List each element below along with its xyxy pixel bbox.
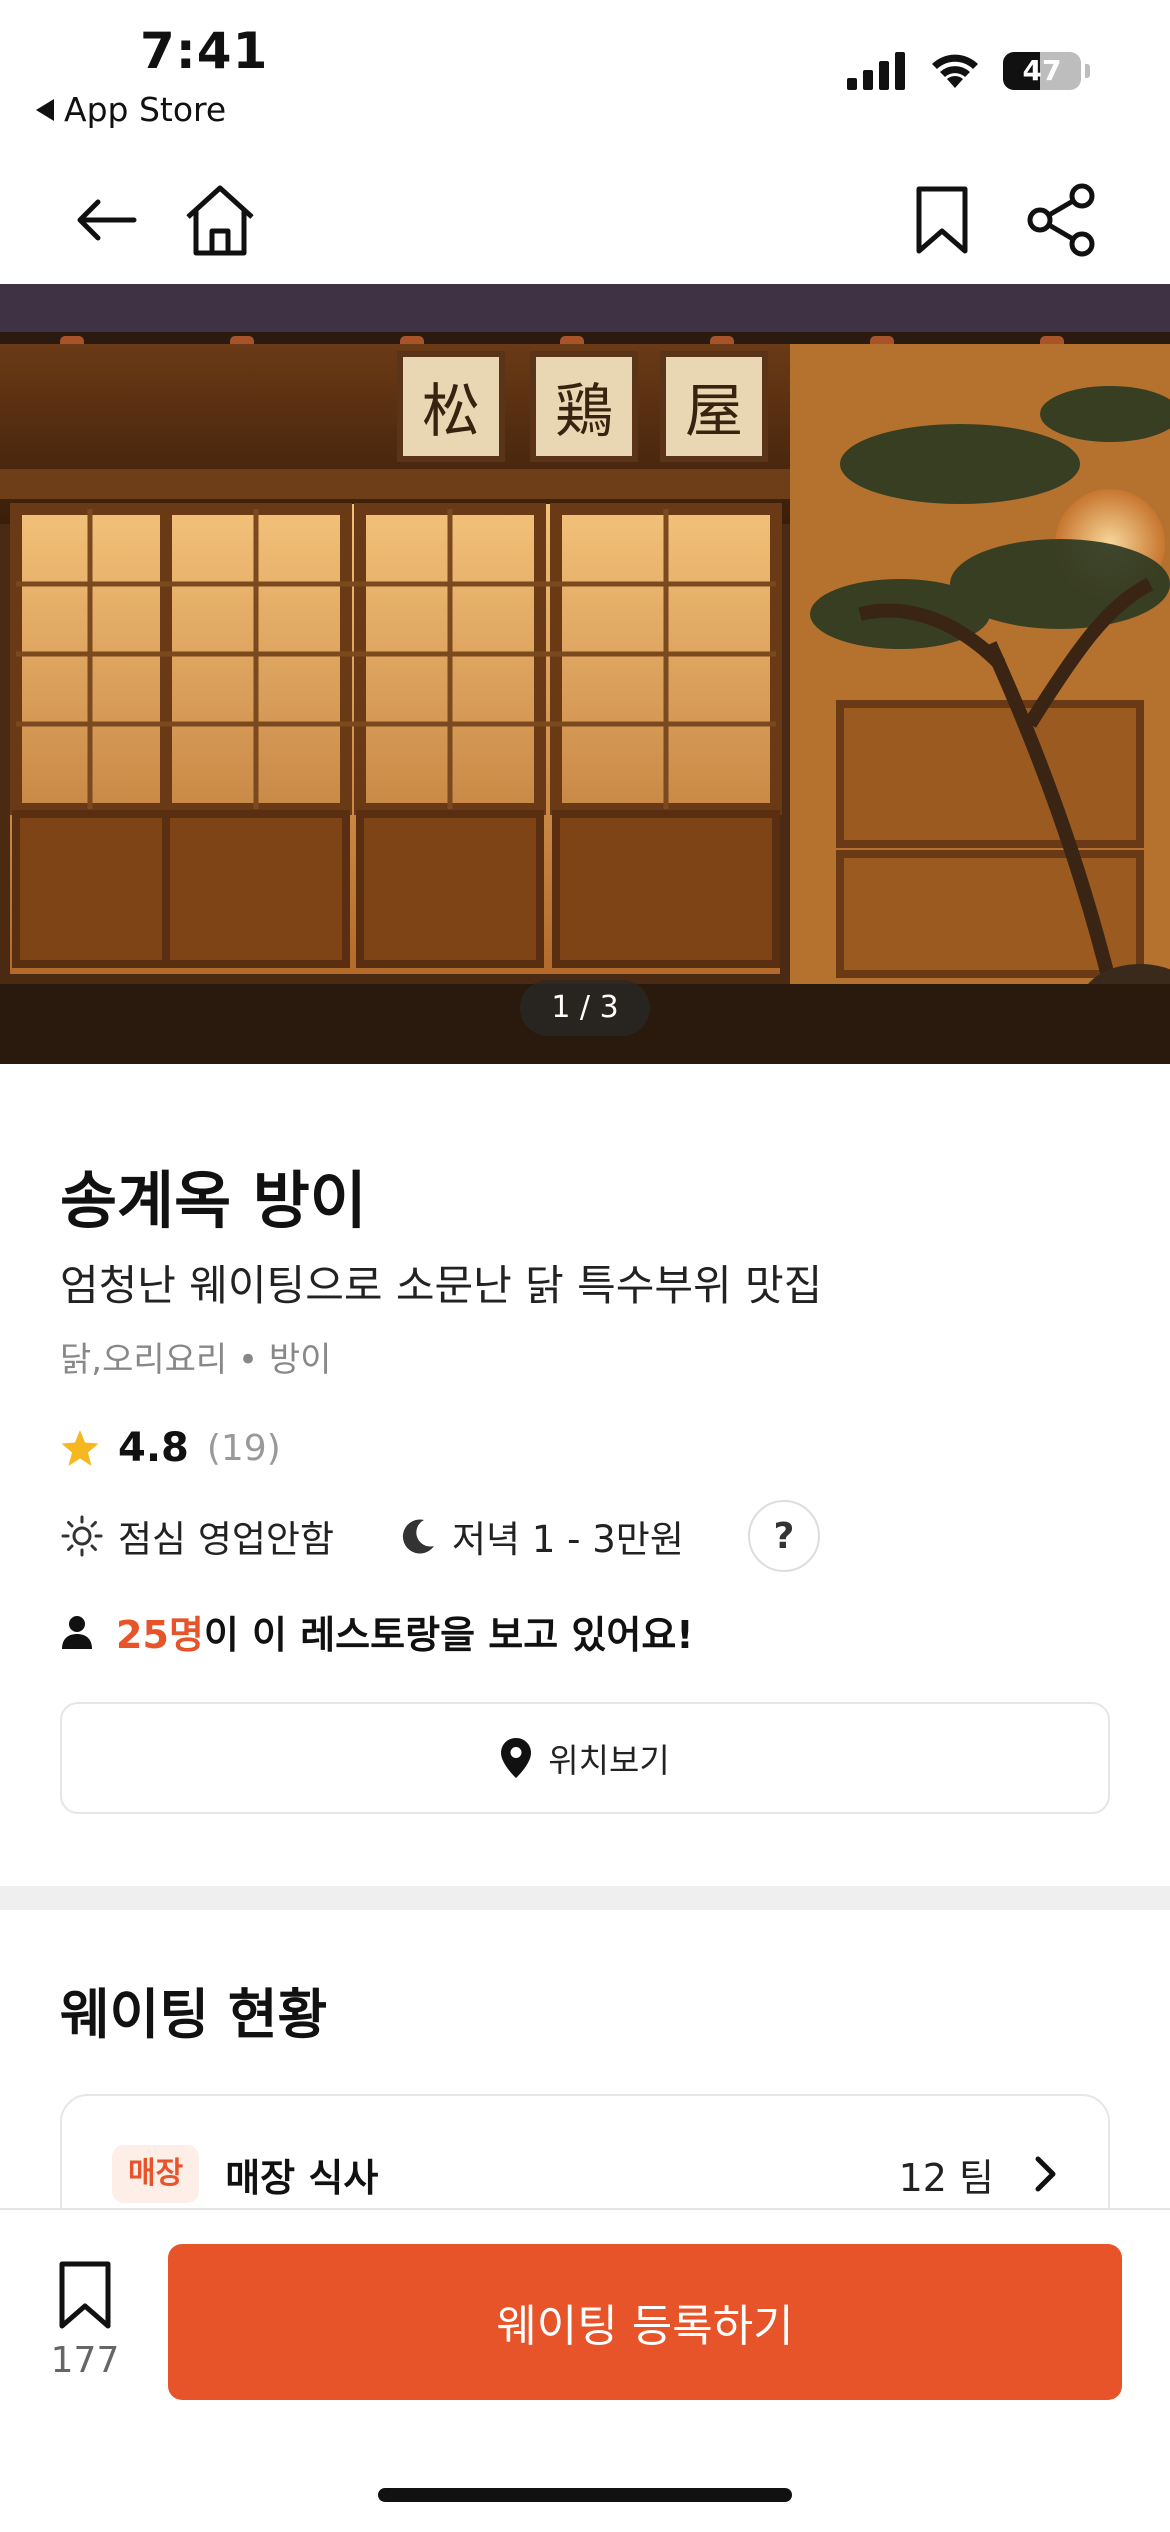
- dinner-info: 저녁 1 - 3만원: [398, 1509, 684, 1563]
- status-bar: 7:41 App Store 47: [0, 0, 1170, 150]
- star-icon: [61, 1430, 99, 1466]
- map-pin-icon: [501, 1738, 532, 1778]
- view-location-label: 위치보기: [548, 1741, 670, 1780]
- share-icon: [1027, 183, 1095, 257]
- review-count: (19): [206, 1427, 281, 1469]
- sign-char-1: 松: [422, 377, 480, 445]
- wifi-icon: [932, 54, 978, 88]
- top-nav-bar: [0, 160, 1170, 280]
- lunch-label: 점심 영업안함: [118, 1518, 335, 1561]
- restaurant-name: 송계옥 방이: [60, 1164, 367, 1237]
- home-button[interactable]: [172, 172, 268, 268]
- bottom-bookmark-button[interactable]: 177: [40, 2260, 130, 2400]
- rating-row[interactable]: 4.8 (19): [60, 1425, 281, 1471]
- register-waiting-button[interactable]: 웨이팅 등록하기: [168, 2244, 1122, 2400]
- viewers-count: 25명: [116, 1613, 204, 1657]
- live-viewers-notice: 25명이 이 레스토랑을 보고 있어요!: [60, 1604, 694, 1659]
- waiting-row-dine-in[interactable]: 매장 매장 식사 12 팀: [112, 2142, 1058, 2206]
- waiting-status-title: 웨이팅 현황: [60, 1983, 328, 2046]
- dine-in-badge: 매장: [112, 2145, 200, 2203]
- bookmark-button[interactable]: [894, 172, 990, 268]
- rating-value: 4.8: [118, 1425, 189, 1471]
- lunch-info: 점심 영업안함: [60, 1509, 334, 1563]
- section-divider: [0, 1886, 1170, 1910]
- restaurant-photo-carousel[interactable]: 松 鶏 屋 1 / 3: [0, 284, 1170, 1064]
- bookmark-count: 177: [50, 2340, 120, 2381]
- share-button[interactable]: [1014, 172, 1110, 268]
- battery-cap: [1085, 64, 1090, 78]
- back-to-app-store-link[interactable]: App Store: [36, 90, 226, 129]
- price-help-button[interactable]: ?: [747, 1500, 820, 1572]
- status-time: 7:41: [140, 22, 269, 80]
- view-location-button[interactable]: 위치보기: [60, 1702, 1110, 1814]
- bottom-action-bar: 177 웨이팅 등록하기: [0, 2208, 1170, 2532]
- hours-price-row: 점심 영업안함 저녁 1 - 3만원 ?: [60, 1500, 1120, 1572]
- cellular-signal-icon: [847, 52, 905, 90]
- waiting-team-count: 12 팀: [898, 2155, 994, 2200]
- chevron-right-icon: [1035, 2156, 1056, 2192]
- battery-indicator: 47: [1003, 52, 1081, 90]
- person-icon: [62, 1615, 92, 1649]
- back-button[interactable]: [58, 172, 154, 268]
- back-triangle-icon: [36, 98, 54, 121]
- photo-page-indicator: 1 / 3: [520, 980, 650, 1036]
- sun-icon: [61, 1515, 103, 1557]
- restaurant-category: 닭,오리요리 • 방이: [60, 1340, 332, 1380]
- moon-icon: [402, 1519, 435, 1554]
- sign-char-2: 鶏: [555, 377, 613, 445]
- dinner-label: 저녁 1 - 3만원: [452, 1518, 684, 1561]
- home-indicator: [378, 2488, 792, 2502]
- restaurant-tagline: 엄청난 웨이팅으로 소문난 닭 특수부위 맛집: [60, 1261, 823, 1310]
- sign-char-3: 屋: [685, 377, 743, 445]
- waiting-row-label: 매장 식사: [225, 2155, 379, 2200]
- back-app-label: App Store: [64, 90, 227, 129]
- viewers-text: 이 이 레스토랑을 보고 있어요!: [203, 1613, 694, 1657]
- arrow-left-icon: [77, 199, 137, 241]
- home-icon: [186, 185, 254, 256]
- bookmark-icon: [916, 186, 968, 254]
- battery-percent: 47: [1022, 54, 1062, 87]
- status-icons: 47: [847, 52, 1090, 90]
- restaurant-storefront-image: 松 鶏 屋: [0, 284, 1170, 1064]
- bookmark-icon: [59, 2261, 111, 2329]
